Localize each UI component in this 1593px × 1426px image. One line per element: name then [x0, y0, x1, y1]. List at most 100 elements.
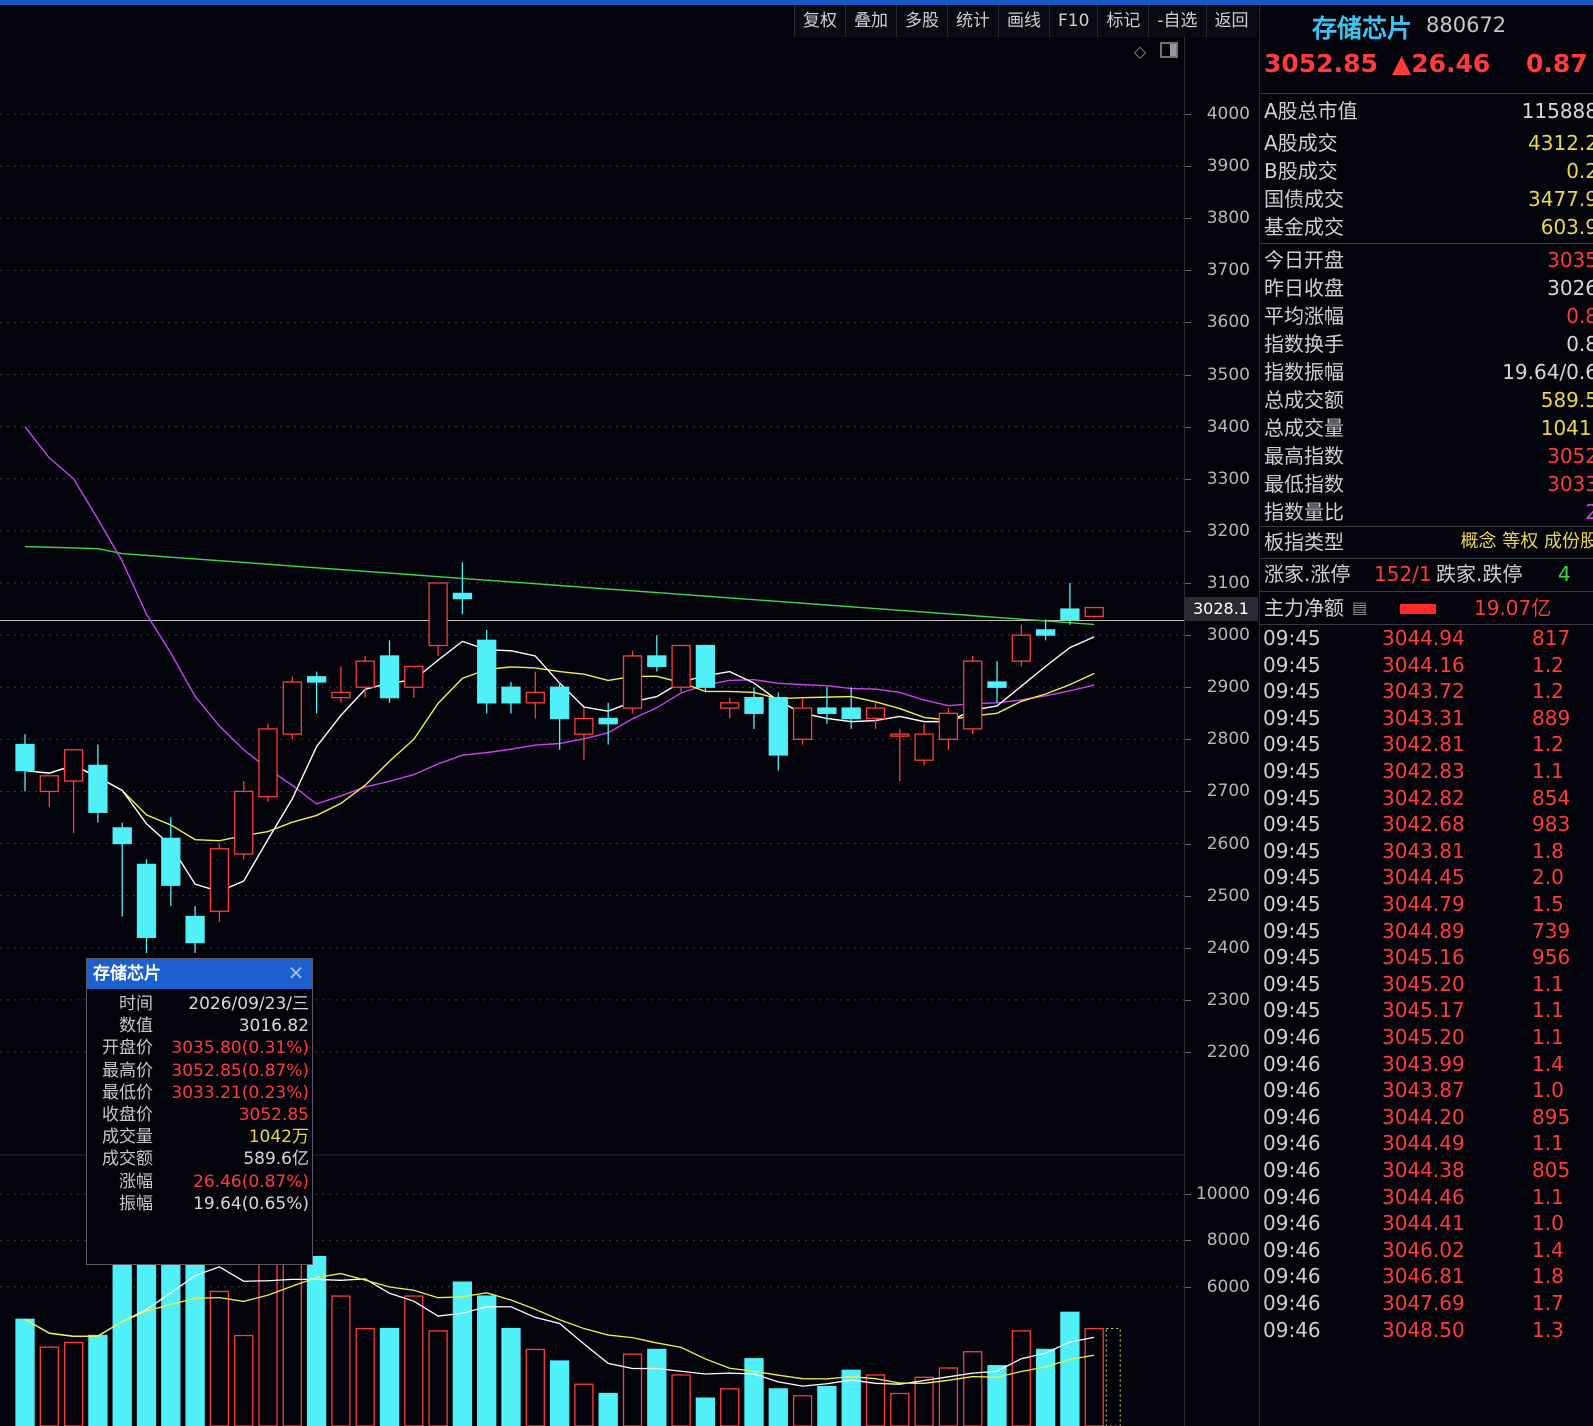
- volume-bar: [1035, 1348, 1056, 1426]
- candle-body: [768, 696, 788, 756]
- divider: [1260, 558, 1593, 559]
- volume-bar: [501, 1327, 521, 1426]
- candle-body: [1035, 629, 1056, 636]
- candle-body: [1011, 634, 1031, 662]
- tick-row: 09:46 3044.41 1.0: [1260, 1210, 1593, 1237]
- popup-row: 数值 3016.82: [87, 1015, 312, 1037]
- tick-time: 09:45: [1263, 812, 1321, 837]
- candle-body: [671, 644, 691, 688]
- board-type-label: 板指类型: [1264, 530, 1344, 554]
- candle-body: [622, 655, 643, 709]
- popup-row-value: 2026/09/23/三: [188, 994, 309, 1014]
- candle-body: [865, 707, 886, 720]
- tick-price: 3044.16: [1382, 652, 1465, 677]
- volume-bar: [841, 1369, 861, 1426]
- toolbar-button-statistics[interactable]: 统计: [947, 5, 998, 37]
- price-axis-label: 4000: [1206, 104, 1250, 124]
- toolbar-button-remove-watchlist[interactable]: -自选: [1148, 5, 1206, 37]
- popup-row: 成交量 1042万: [87, 1126, 312, 1148]
- tick-price: 3042.83: [1382, 759, 1465, 783]
- volume-bar: [477, 1295, 497, 1426]
- stat-label: 指数振幅: [1264, 360, 1344, 384]
- candle-body: [938, 712, 959, 740]
- candle-body: [136, 863, 157, 939]
- volume-bar: [112, 1262, 132, 1426]
- tick-price: 3042.68: [1382, 812, 1465, 837]
- popup-row-value: 26.46(0.87%): [193, 1171, 309, 1192]
- volume-bar: [792, 1395, 813, 1426]
- volume-bar: [817, 1385, 837, 1426]
- tick-row: 09:45 3042.68 983: [1260, 811, 1593, 838]
- tick-price: 3042.82: [1382, 785, 1465, 810]
- stat-label: 国债成交: [1264, 187, 1344, 211]
- tick-row: 09:46 3045.20 1.1: [1260, 1024, 1593, 1051]
- popup-row: 振幅 19.64(0.65%): [87, 1193, 312, 1215]
- tick-price: 3043.81: [1382, 838, 1465, 863]
- stat-value: 0.2: [1566, 159, 1593, 183]
- popup-row: 时间 2026/09/23/三: [87, 993, 312, 1015]
- tick-volume: 854: [1532, 785, 1571, 810]
- divider: [1260, 93, 1593, 94]
- candle-body: [428, 582, 448, 647]
- stat-row: B股成交 0.2: [1260, 157, 1593, 185]
- tick-volume: 1.2: [1532, 732, 1564, 757]
- stat-label: 最低指数: [1264, 472, 1344, 496]
- volume-bar: [720, 1388, 740, 1426]
- tick-row: 09:45 3043.31 889: [1260, 705, 1593, 732]
- candle-info-popup: 存储芯片 ✕ 时间 2026/09/23/三 数值 3016.82 开盘价 3035.80…: [86, 958, 313, 1265]
- volume-bar: [452, 1281, 473, 1426]
- price-axis-label: 2300: [1206, 989, 1250, 1010]
- candle-body: [695, 644, 716, 688]
- tick-volume: 889: [1532, 705, 1571, 730]
- index-name[interactable]: 存储芯片: [1312, 9, 1412, 45]
- axis-tick: [1185, 583, 1191, 584]
- toolbar-button-multi-stock[interactable]: 多股: [896, 5, 947, 37]
- stat-label: 今日开盘: [1264, 248, 1344, 272]
- tick-time: 09:45: [1263, 732, 1321, 757]
- toolbar-button-mark[interactable]: 标记: [1097, 5, 1149, 37]
- axis-tick: [1185, 739, 1191, 741]
- candle-body: [88, 764, 108, 813]
- candle-body: [234, 790, 254, 855]
- board-type-values[interactable]: 概念 等权 成份股: [1461, 528, 1593, 556]
- tick-price: 3048.50: [1382, 1317, 1465, 1342]
- volume-bar: [1084, 1327, 1104, 1426]
- stat-value: 0.8: [1566, 304, 1593, 328]
- candle-body: [258, 728, 278, 798]
- axis-tick: [1185, 478, 1191, 480]
- toolbar-button-f10[interactable]: F10: [1049, 5, 1098, 37]
- tick-volume: 1.1: [1532, 971, 1564, 996]
- price-axis-label: 2700: [1206, 781, 1250, 802]
- popup-row-label: 成交额: [102, 1149, 153, 1170]
- divider: [1260, 591, 1593, 592]
- axis-tick: [1185, 1052, 1191, 1053]
- axis-tick: [1185, 322, 1191, 324]
- candle-body: [914, 733, 934, 761]
- candle-body: [744, 696, 764, 714]
- toolbar-button-draw-line[interactable]: 画线: [998, 5, 1049, 37]
- popup-row-value: 1042万: [248, 1127, 309, 1148]
- stat-value: 603.9: [1540, 215, 1593, 239]
- popup-row: 收盘价 3052.85: [87, 1104, 312, 1126]
- candle-body: [63, 749, 84, 782]
- volume-bar: [744, 1358, 764, 1426]
- toolbar-button-overlay[interactable]: 叠加: [845, 5, 896, 37]
- tick-time: 09:45: [1263, 945, 1321, 970]
- tick-price: 3044.45: [1382, 865, 1465, 890]
- candle-body: [404, 665, 424, 688]
- tick-time: 09:45: [1263, 998, 1321, 1023]
- list-icon[interactable]: ▤: [1352, 594, 1367, 622]
- popup-header[interactable]: 存储芯片 ✕: [87, 959, 312, 989]
- tick-row: 09:45 3044.79 1.5: [1260, 891, 1593, 918]
- tick-volume: 817: [1532, 626, 1571, 650]
- tick-volume: 805: [1532, 1158, 1571, 1182]
- volume-bar: [598, 1392, 618, 1426]
- tick-row: 09:46 3044.49 1.1: [1260, 1130, 1593, 1157]
- volume-bar: [404, 1295, 424, 1426]
- close-icon[interactable]: ✕: [284, 959, 308, 989]
- toolbar-button-restore-rights[interactable]: 复权: [794, 5, 845, 37]
- stat-value: 2: [1585, 498, 1593, 526]
- volume-bar: [63, 1341, 84, 1426]
- toolbar-button-back[interactable]: 返回: [1205, 5, 1257, 37]
- tick-row: 09:45 3044.45 2.0: [1260, 864, 1593, 891]
